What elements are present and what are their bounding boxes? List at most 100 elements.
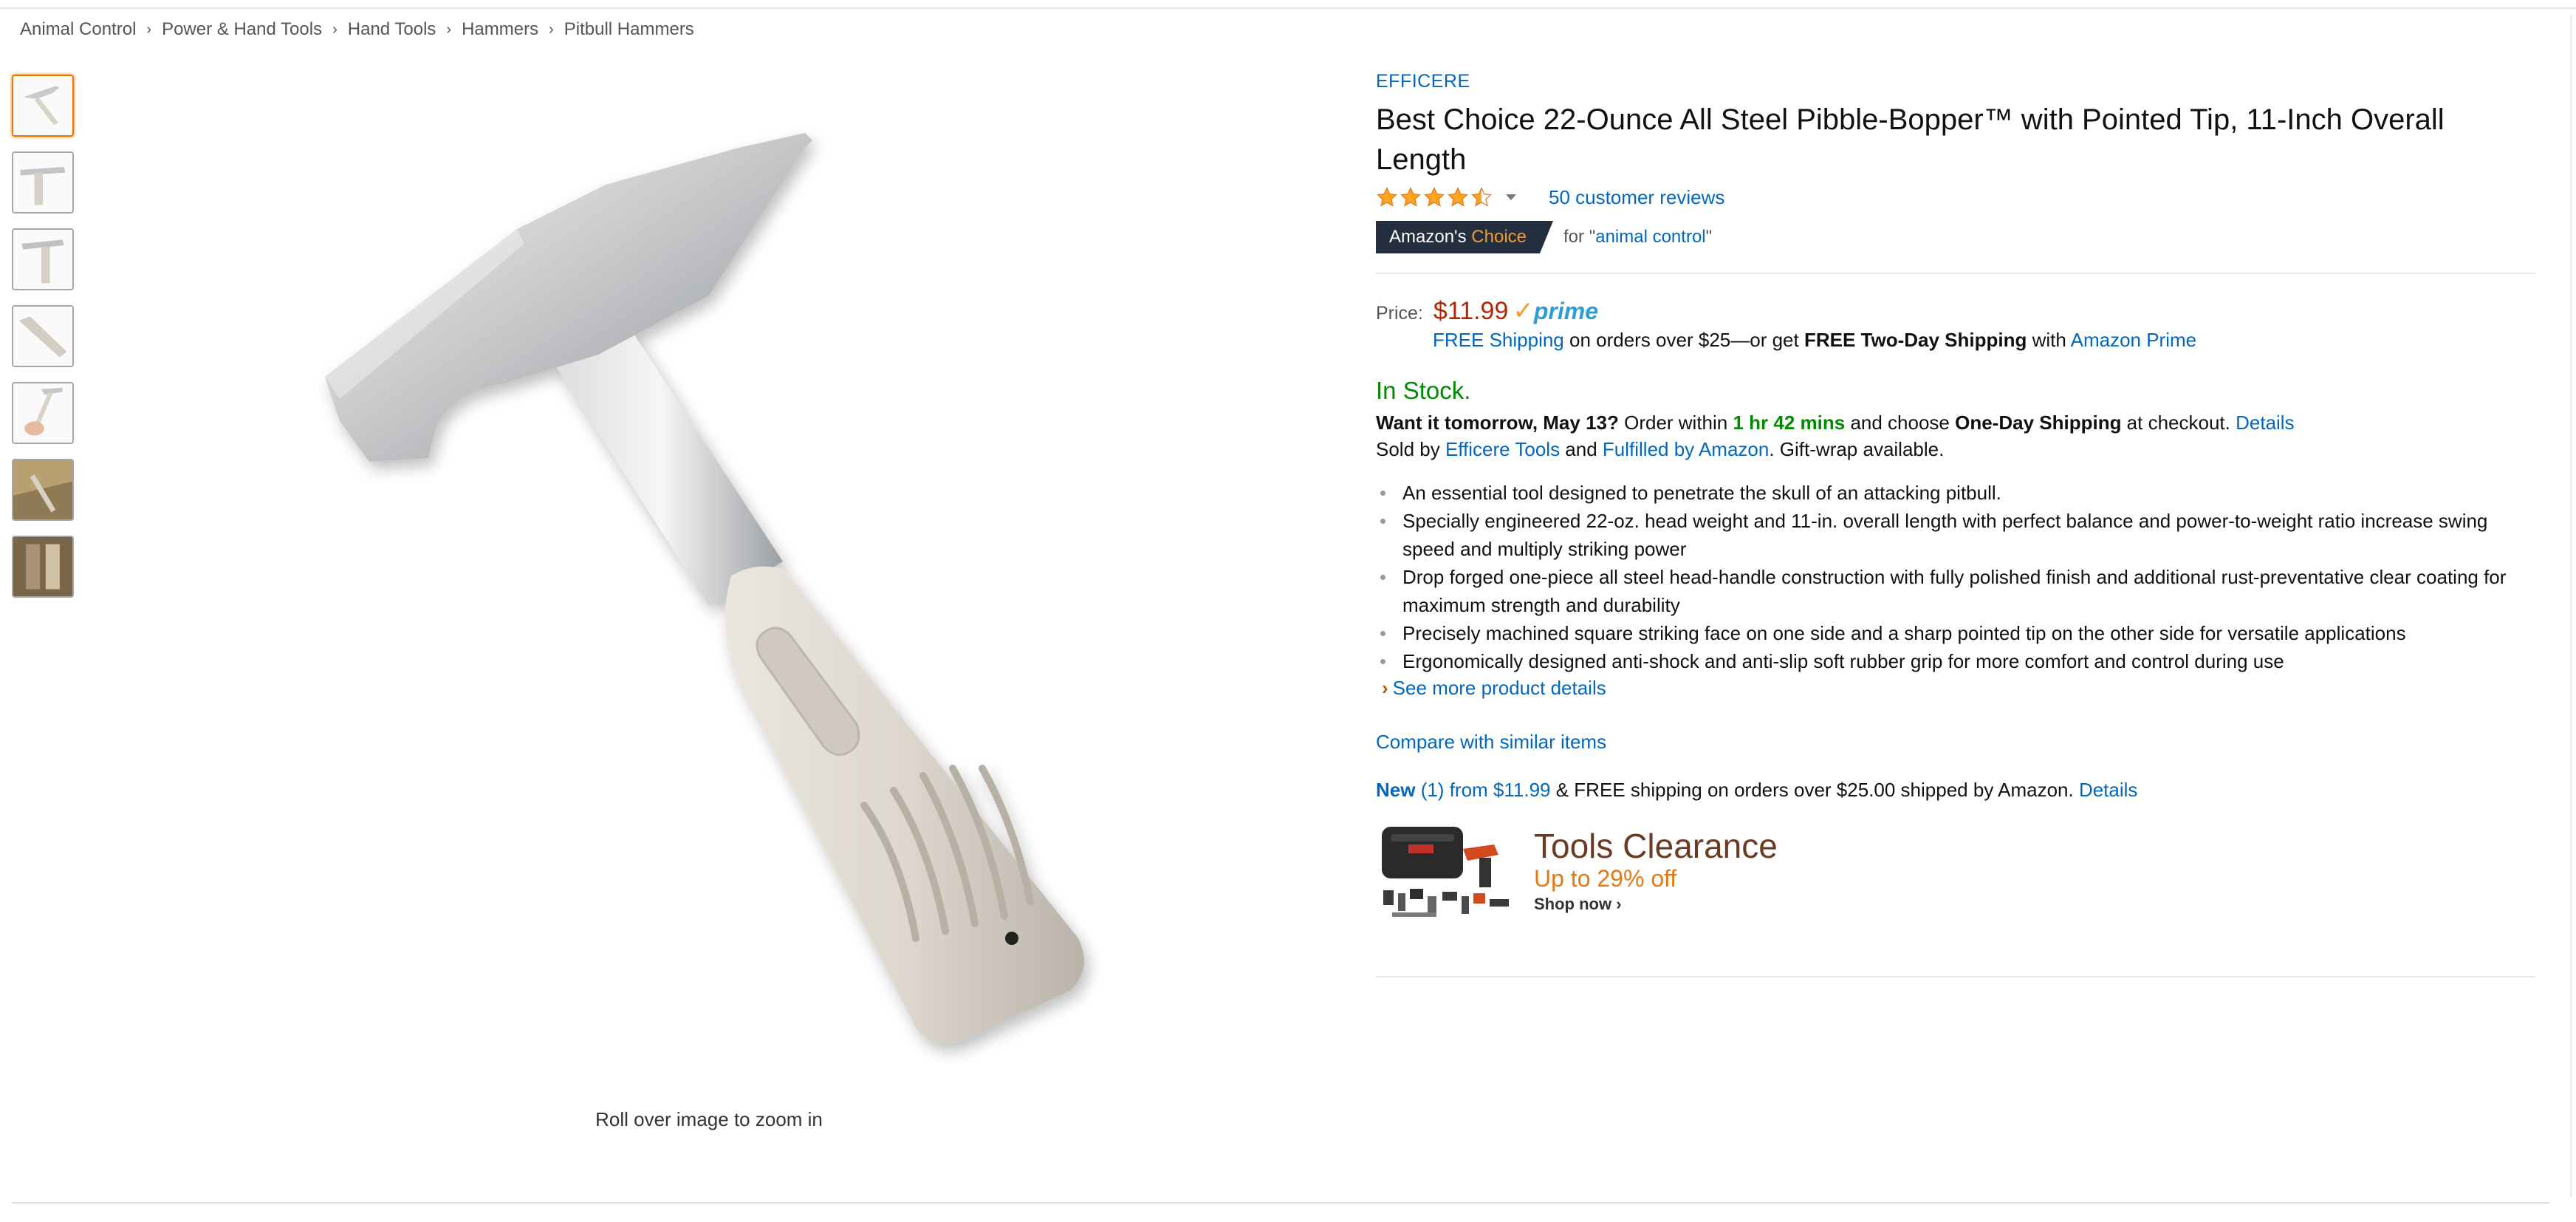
amazons-choice-row: Amazon's Choice for "animal control" xyxy=(1376,221,2535,253)
breadcrumb-separator: › xyxy=(446,21,452,38)
hammer-thumb-icon xyxy=(13,76,72,135)
seller-info: Sold by Efficere Tools and Fulfilled by … xyxy=(1376,437,2535,461)
tools-clearance-ad[interactable]: Tools Clearance Up to 29% off Shop now › xyxy=(1376,822,2535,927)
zoom-hint: Roll over image to zoom in xyxy=(595,1108,823,1130)
star-full-icon xyxy=(1400,187,1421,207)
brand-link[interactable]: EFFICERE xyxy=(1376,71,1470,92)
right-scroll-edge xyxy=(2570,15,2572,1197)
see-more-details-link[interactable]: See more product details xyxy=(1393,677,1606,699)
price-row: Price: $11.99 ✓ prime xyxy=(1376,296,2535,326)
feature-bullet: Ergonomically designed anti-shock and an… xyxy=(1376,647,2535,675)
choice-for-prefix: for " xyxy=(1563,227,1596,247)
main-product-image[interactable] xyxy=(295,118,1130,1064)
rating-row: 50 customer reviews xyxy=(1376,182,2535,212)
compare-row: Compare with similar items xyxy=(1376,731,2535,754)
sold-by-text: Sold by xyxy=(1376,438,1445,460)
customer-reviews-link[interactable]: 50 customer reviews xyxy=(1549,186,1724,209)
breadcrumb: Animal Control › Power & Hand Tools › Ha… xyxy=(20,19,694,40)
feature-bullet: Drop forged one-piece all steel head-han… xyxy=(1376,563,2535,619)
star-rating[interactable] xyxy=(1376,186,1494,208)
thumbnail-7[interactable] xyxy=(12,536,74,598)
ad-subtitle: Up to 29% off xyxy=(1534,865,1677,892)
section-divider xyxy=(1376,273,2535,274)
amazons-choice-badge: Amazon's Choice xyxy=(1376,221,1554,253)
seller-link[interactable]: Efficere Tools xyxy=(1445,438,1560,460)
delivery-countdown: 1 hr 42 mins xyxy=(1733,412,1846,434)
star-full-icon xyxy=(1424,187,1445,207)
thumbnail-6[interactable] xyxy=(12,459,74,521)
badge-choice-word: Choice xyxy=(1471,227,1527,247)
badge-prefix: Amazon's xyxy=(1389,227,1467,247)
price-label: Price: xyxy=(1376,303,1423,324)
star-full-icon xyxy=(1377,187,1397,207)
new-offer-row: New (1) from $11.99 & FREE shipping on o… xyxy=(1376,779,2535,802)
breadcrumb-item-hand-tools[interactable]: Hand Tools xyxy=(348,19,436,40)
shipping-with-text: with xyxy=(2027,329,2071,351)
compare-similar-items-link[interactable]: Compare with similar items xyxy=(1376,731,1606,753)
hammer-product-image xyxy=(325,133,1084,1044)
new-offer-mid-text: & FREE shipping on orders over $25.00 sh… xyxy=(1550,779,2079,801)
hammer-front-thumb-icon xyxy=(13,230,72,289)
prime-logo: ✓ prime xyxy=(1513,296,1598,326)
new-offers-link[interactable]: New (1) from $11.99 xyxy=(1376,779,1551,801)
section-divider xyxy=(1376,976,2535,977)
feature-bullet: Precisely machined square striking face … xyxy=(1376,619,2535,647)
feature-bullet: An essential tool designed to penetrate … xyxy=(1376,479,2535,507)
hammer-packaging-thumb-icon xyxy=(13,537,72,596)
price-value: $11.99 xyxy=(1433,297,1509,325)
shipping-info: FREE Shipping on orders over $25—or get … xyxy=(1433,329,2535,352)
star-full-icon xyxy=(1448,187,1468,207)
sold-and-text: and xyxy=(1560,438,1603,460)
chevron-down-icon[interactable] xyxy=(1506,194,1516,200)
hammer-in-hand-thumb-icon xyxy=(13,383,72,443)
delivery-date-text: Want it tomorrow, May 13? xyxy=(1376,412,1619,434)
breadcrumb-item-pitbull-hammers[interactable]: Pitbull Hammers xyxy=(564,19,694,40)
breadcrumb-separator: › xyxy=(146,21,152,38)
new-word: New xyxy=(1376,779,1416,801)
hammer-angle-thumb-icon xyxy=(13,307,72,366)
breadcrumb-item-power-hand-tools[interactable]: Power & Hand Tools xyxy=(162,19,322,40)
feature-bullet: Specially engineered 22-oz. head weight … xyxy=(1376,507,2535,563)
delivery-mid-text: Order within xyxy=(1618,412,1733,434)
ad-shop-now-link[interactable]: Shop now › xyxy=(1534,895,1778,914)
see-more-row: › See more product details xyxy=(1376,677,2535,700)
breadcrumb-separator: › xyxy=(549,21,554,38)
delivery-details-link[interactable]: Details xyxy=(2236,412,2294,434)
product-title: Best Choice 22-Ounce All Steel Pibble-Bo… xyxy=(1376,103,2445,176)
peek-bar xyxy=(22,1212,362,1222)
ad-text: Tools Clearance Up to 29% off Shop now › xyxy=(1534,827,1778,914)
prime-check-icon: ✓ xyxy=(1513,297,1534,325)
thumbnail-1[interactable] xyxy=(12,75,74,137)
product-details: EFFICERE Best Choice 22-Ounce All Steel … xyxy=(1376,71,2535,977)
thumbnail-2[interactable] xyxy=(12,151,74,214)
amazon-prime-link[interactable]: Amazon Prime xyxy=(2071,329,2197,351)
thumbnail-5[interactable] xyxy=(12,382,74,444)
shipping-mid-text: on orders over $25—or get xyxy=(1563,329,1804,351)
fulfilled-by-amazon-link[interactable]: Fulfilled by Amazon xyxy=(1603,438,1769,460)
bottom-divider xyxy=(12,1202,2549,1204)
chevron-right-icon: › xyxy=(1382,677,1388,699)
tool-kit-ad-image xyxy=(1376,822,1521,927)
delivery-option-text: One-Day Shipping xyxy=(1955,412,2122,434)
thumbnail-strip xyxy=(12,75,74,612)
star-half-icon xyxy=(1471,187,1492,207)
hammer-in-use-thumb-icon xyxy=(13,460,72,519)
thumbnail-4[interactable] xyxy=(12,305,74,367)
new-offer-details-link[interactable]: Details xyxy=(2079,779,2137,801)
choice-for-suffix: " xyxy=(1705,227,1713,247)
gift-wrap-text: . Gift-wrap available. xyxy=(1769,438,1945,460)
stock-status: In Stock. xyxy=(1376,377,1471,404)
choice-keyword-link[interactable]: animal control xyxy=(1595,227,1705,247)
delivery-end-text: at checkout. xyxy=(2121,412,2236,434)
breadcrumb-item-hammers[interactable]: Hammers xyxy=(462,19,538,40)
feature-bullets: An essential tool designed to penetrate … xyxy=(1376,479,2535,675)
breadcrumb-separator: › xyxy=(332,21,338,38)
two-day-shipping-text: FREE Two-Day Shipping xyxy=(1803,329,2027,351)
top-divider xyxy=(0,7,2576,9)
delivery-info: Want it tomorrow, May 13? Order within 1… xyxy=(1376,411,2535,434)
delivery-and-text: and choose xyxy=(1845,412,1956,434)
hammer-side-thumb-icon xyxy=(13,153,72,212)
thumbnail-3[interactable] xyxy=(12,228,74,290)
breadcrumb-item-animal-control[interactable]: Animal Control xyxy=(20,19,136,40)
free-shipping-link[interactable]: FREE Shipping xyxy=(1433,329,1564,351)
